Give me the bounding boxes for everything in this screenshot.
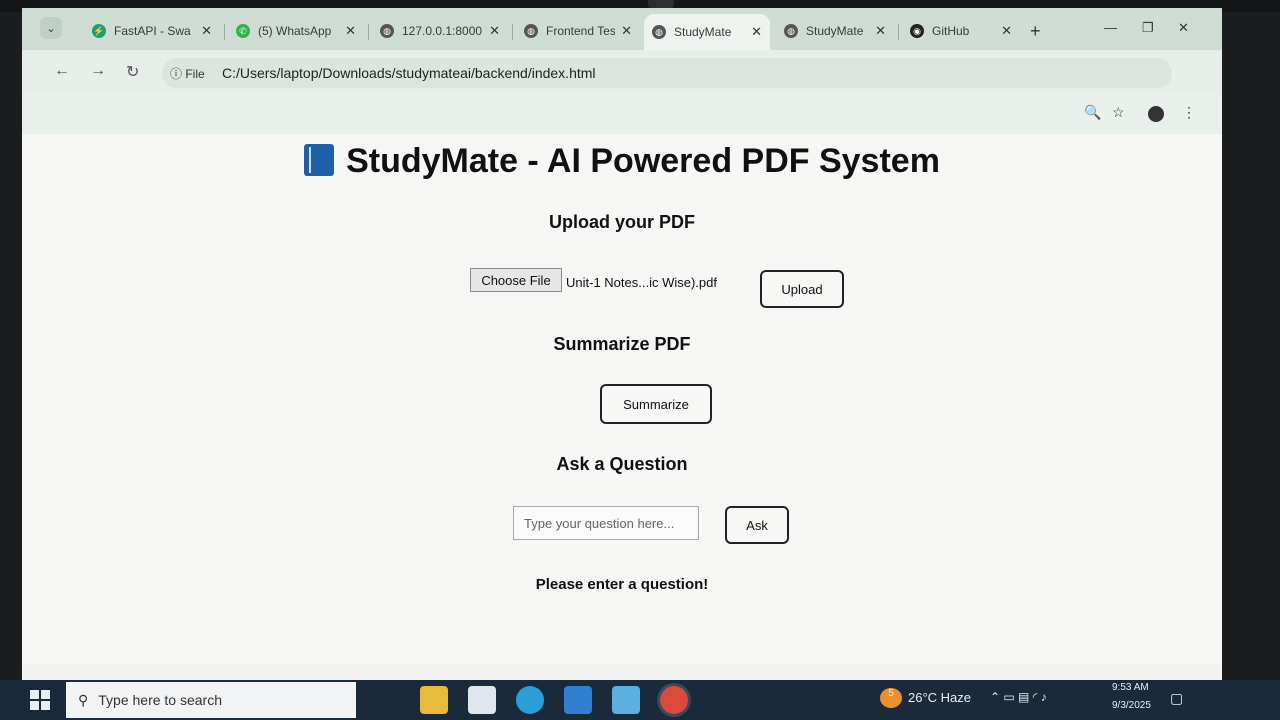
- github-icon: ◉: [910, 24, 924, 38]
- notification-icon[interactable]: ▢: [1170, 690, 1183, 707]
- vscode-icon[interactable]: [564, 686, 592, 714]
- summarize-section: Summarize PDF: [22, 334, 1222, 355]
- upload-button[interactable]: Upload: [760, 270, 844, 308]
- upload-heading: Upload your PDF: [548, 212, 695, 232]
- page-title: StudyMate - AI Powered PDF System: [346, 142, 940, 180]
- close-icon[interactable]: ✕: [621, 23, 632, 39]
- tab-github[interactable]: ◉ GitHub ✕: [902, 16, 1020, 46]
- status-message: Please enter a question!: [535, 576, 709, 593]
- close-icon[interactable]: ✕: [489, 23, 500, 39]
- taskbar-search-box[interactable]: ⚲ Type here to search: [66, 682, 356, 718]
- close-icon[interactable]: ✕: [201, 23, 212, 39]
- tab-label: 127.0.0.1:8000: [402, 24, 483, 38]
- search-placeholder: Type here to search: [98, 692, 223, 708]
- tab-studymate[interactable]: ◍ StudyMate ✕: [776, 16, 894, 46]
- edge-icon[interactable]: [516, 686, 544, 714]
- extension-toolbar: 🔍 ☆ ⋮: [22, 94, 1222, 134]
- upload-section: Upload your PDF: [22, 212, 1222, 233]
- summarize-heading: Summarize PDF: [553, 334, 691, 354]
- question-input[interactable]: Type your question here...: [513, 506, 699, 540]
- ask-heading: Ask a Question: [556, 454, 688, 474]
- weather-icon[interactable]: 5: [880, 688, 902, 708]
- restore-button[interactable]: ❐: [1142, 20, 1154, 36]
- address-toolbar: ← → ↻ ⓘ File C:/Users/laptop/Downloads/s…: [22, 50, 1222, 94]
- tab-label: FastAPI - Swa: [114, 24, 191, 38]
- tab-label: StudyMate: [806, 24, 864, 38]
- globe-icon: ◍: [524, 24, 538, 38]
- close-window-button[interactable]: ✕: [1178, 20, 1189, 36]
- url-text[interactable]: C:/Users/laptop/Downloads/studymateai/ba…: [222, 65, 596, 81]
- fastapi-icon: ⚡: [92, 24, 106, 38]
- zoom-icon[interactable]: 🔍: [1084, 104, 1101, 121]
- reload-icon[interactable]: ↻: [126, 62, 139, 82]
- forward-arrow-icon[interactable]: →: [90, 62, 106, 80]
- globe-icon: ◍: [380, 24, 394, 38]
- chevron-down-icon: ⌄: [46, 22, 56, 35]
- choose-file-button[interactable]: Choose File: [470, 268, 562, 292]
- close-icon[interactable]: ✕: [345, 23, 356, 39]
- site-info-chip[interactable]: ⓘ File: [170, 65, 205, 82]
- tab-strip: ⌄ ⚡ FastAPI - Swa ✕ ✆ (5) WhatsApp ✕ ◍ 1…: [22, 8, 1222, 50]
- tab-studymate-active[interactable]: ◍ StudyMate ✕: [644, 14, 770, 50]
- minimize-button[interactable]: —: [1104, 20, 1117, 35]
- selected-file-name: Unit-1 Notes...ic Wise).pdf: [566, 275, 717, 290]
- tray-icons[interactable]: ⌃ ▭ ▤ ◜ ♪: [990, 690, 1047, 704]
- close-icon[interactable]: ✕: [875, 23, 886, 39]
- scheme-label: File: [185, 67, 205, 81]
- tab-label: GitHub: [932, 24, 970, 38]
- book-icon: [304, 144, 335, 176]
- clock-time[interactable]: 9:53 AM: [1112, 682, 1149, 693]
- profile-avatar[interactable]: [1148, 106, 1164, 122]
- whatsapp-icon: ✆: [236, 24, 250, 38]
- menu-dots-icon[interactable]: ⋮: [1182, 104, 1196, 121]
- tab-localhost[interactable]: ◍ 127.0.0.1:8000 ✕: [372, 16, 508, 46]
- summarize-button[interactable]: Summarize: [600, 384, 712, 424]
- weather-badge: 5: [888, 688, 894, 699]
- tab-label: Frontend Test: [546, 24, 616, 38]
- weather-text[interactable]: 26°C Haze: [908, 690, 971, 705]
- store-icon[interactable]: [468, 686, 496, 714]
- globe-icon: ◍: [652, 25, 666, 39]
- address-bar[interactable]: ⓘ File C:/Users/laptop/Downloads/studyma…: [162, 58, 1172, 88]
- close-icon[interactable]: ✕: [1001, 23, 1012, 39]
- chrome-icon[interactable]: [660, 686, 688, 714]
- ask-section: Ask a Question: [22, 454, 1222, 475]
- clock-date[interactable]: 9/3/2025: [1112, 700, 1151, 711]
- bookmark-star-icon[interactable]: ☆: [1112, 104, 1125, 121]
- ask-button[interactable]: Ask: [725, 506, 789, 544]
- tab-frontend-test[interactable]: ◍ Frontend Test ✕: [516, 16, 640, 46]
- globe-icon: ◍: [784, 24, 798, 38]
- app-icon[interactable]: [612, 686, 640, 714]
- browser-window: ⌄ ⚡ FastAPI - Swa ✕ ✆ (5) WhatsApp ✕ ◍ 1…: [22, 8, 1222, 688]
- tab-search-button[interactable]: ⌄: [40, 17, 62, 39]
- windows-taskbar: ⚲ Type here to search 5 26°C Haze ⌃ ▭ ▤ …: [0, 680, 1280, 720]
- file-explorer-icon[interactable]: [420, 686, 448, 714]
- windows-start-icon[interactable]: [30, 690, 50, 710]
- page-header: StudyMate - AI Powered PDF System: [22, 142, 1222, 181]
- tab-label: (5) WhatsApp: [258, 24, 332, 38]
- page-content: StudyMate - AI Powered PDF System Upload…: [22, 134, 1222, 664]
- search-icon: ⚲: [78, 691, 89, 708]
- tab-fastapi[interactable]: ⚡ FastAPI - Swa ✕: [84, 16, 220, 46]
- back-arrow-icon[interactable]: ←: [54, 62, 70, 80]
- tab-whatsapp[interactable]: ✆ (5) WhatsApp ✕: [228, 16, 364, 46]
- close-icon[interactable]: ✕: [751, 24, 762, 40]
- new-tab-button[interactable]: +: [1030, 21, 1041, 42]
- tab-label: StudyMate: [674, 25, 732, 39]
